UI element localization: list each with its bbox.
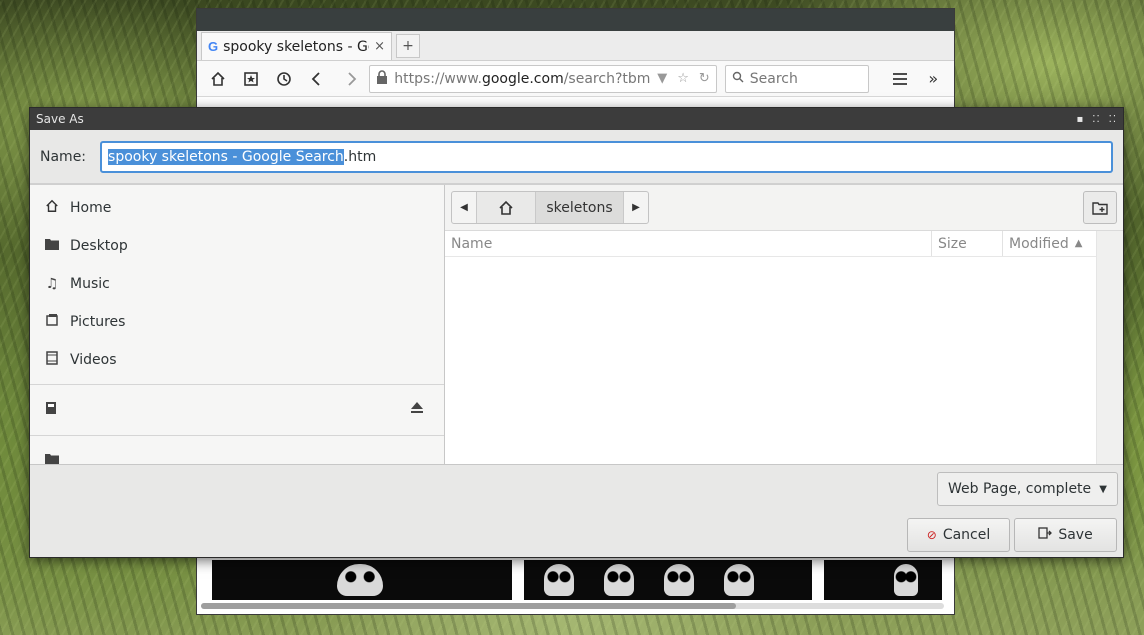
pictures-icon: [44, 313, 60, 331]
path-scroll-right-icon[interactable]: ▶: [624, 192, 648, 223]
place-drive[interactable]: [30, 389, 444, 431]
place-desktop[interactable]: Desktop: [30, 227, 444, 265]
save-icon: [1038, 527, 1053, 543]
path-bar: ◀ skeletons ▶: [451, 191, 649, 224]
chevron-down-icon: ▼: [1099, 483, 1107, 495]
tab-close-icon[interactable]: ×: [374, 39, 385, 54]
column-size[interactable]: Size: [932, 231, 1003, 256]
new-tab-button[interactable]: +: [396, 34, 420, 58]
image-result[interactable]: [212, 560, 512, 600]
home-icon: [499, 200, 513, 215]
browser-navbar: https://www.google.com/search?tbm= ▼ ☆ ↻…: [197, 61, 954, 97]
file-list-header: Name Size Modified ▲: [445, 231, 1123, 257]
url-bar[interactable]: https://www.google.com/search?tbm= ▼ ☆ ↻: [369, 64, 717, 93]
save-as-dialog: Save As ▪ ⁚⁚ ⁚⁚ Name: spooky skeletons -…: [29, 107, 1124, 558]
filename-input[interactable]: spooky skeletons - Google Search .htm: [100, 140, 1113, 173]
file-list-scrollbar[interactable]: [1096, 231, 1123, 464]
eject-icon[interactable]: [410, 402, 424, 418]
file-type-select[interactable]: Web Page, complete ▼: [937, 472, 1118, 506]
column-modified[interactable]: Modified ▲: [1003, 231, 1093, 256]
column-name[interactable]: Name: [445, 231, 932, 256]
place-music[interactable]: ♫ Music: [30, 265, 444, 303]
tab-title: spooky skeletons - Go: [223, 38, 370, 55]
path-scroll-left-icon[interactable]: ◀: [452, 192, 477, 223]
google-favicon-icon: G: [208, 39, 219, 54]
cancel-icon: ⊘: [926, 528, 937, 542]
sort-ascending-icon: ▲: [1074, 238, 1083, 249]
name-label: Name:: [40, 148, 87, 165]
reload-icon[interactable]: ↻: [699, 71, 710, 86]
dialog-titlebar[interactable]: Save As ▪ ⁚⁚ ⁚⁚: [30, 108, 1123, 130]
overflow-icon[interactable]: »: [919, 66, 948, 92]
forward-icon[interactable]: [336, 66, 365, 92]
back-icon[interactable]: [303, 66, 332, 92]
image-result[interactable]: [524, 560, 812, 600]
cancel-button[interactable]: ⊘ Cancel: [907, 518, 1010, 552]
path-current-folder-button[interactable]: skeletons: [536, 192, 624, 223]
new-folder-icon: [1092, 201, 1108, 215]
place-home[interactable]: Home: [30, 189, 444, 227]
file-browser-pane: ◀ skeletons ▶ Name Size Modified ▲: [445, 185, 1123, 464]
browser-titlebar: [197, 9, 954, 31]
path-home-button[interactable]: [477, 192, 536, 223]
maximize-icon[interactable]: ⁚⁚: [1092, 114, 1100, 125]
image-result[interactable]: [824, 560, 942, 600]
dialog-title: Save As: [36, 112, 84, 126]
place-videos[interactable]: Videos: [30, 341, 444, 379]
path-toolbar: ◀ skeletons ▶: [445, 185, 1123, 231]
place-pictures[interactable]: Pictures: [30, 303, 444, 341]
home-icon[interactable]: [203, 66, 232, 92]
search-input[interactable]: Search: [724, 64, 870, 93]
close-icon[interactable]: ⁚⁚: [1109, 114, 1117, 125]
filename-selected-text: spooky skeletons - Google Search: [108, 148, 344, 165]
lock-icon: [376, 69, 388, 88]
minimize-icon[interactable]: ▪: [1077, 114, 1085, 125]
music-icon: ♫: [45, 276, 59, 292]
menu-icon[interactable]: [885, 66, 914, 92]
filename-extension: .htm: [343, 148, 377, 165]
dropdown-arrow-icon[interactable]: ▼: [657, 71, 667, 86]
drive-icon: [45, 401, 57, 419]
places-sidebar: Home Desktop ♫ Music Pictures Videos: [30, 185, 445, 465]
name-row: Name: spooky skeletons - Google Search .h…: [30, 130, 1123, 184]
star-icon[interactable]: ☆: [677, 71, 689, 86]
browser-tab[interactable]: G spooky skeletons - Go ×: [201, 32, 392, 60]
url-text: https://www.google.com/search?tbm=: [394, 70, 651, 87]
dialog-body: Home Desktop ♫ Music Pictures Videos ◀ s…: [30, 184, 1123, 465]
new-folder-button[interactable]: [1083, 191, 1117, 224]
dialog-footer: Web Page, complete ▼ ⊘ Cancel Save: [30, 464, 1123, 557]
horizontal-scrollbar[interactable]: [201, 603, 944, 609]
history-icon[interactable]: [270, 66, 299, 92]
folder-icon: [44, 238, 60, 254]
save-button[interactable]: Save: [1014, 518, 1117, 552]
home-icon: [44, 199, 60, 217]
bookmarks-icon[interactable]: [236, 66, 265, 92]
videos-icon: [44, 351, 60, 369]
image-results-strip: [212, 560, 942, 600]
search-icon: [732, 71, 744, 87]
browser-tabbar: G spooky skeletons - Go × +: [197, 31, 954, 61]
